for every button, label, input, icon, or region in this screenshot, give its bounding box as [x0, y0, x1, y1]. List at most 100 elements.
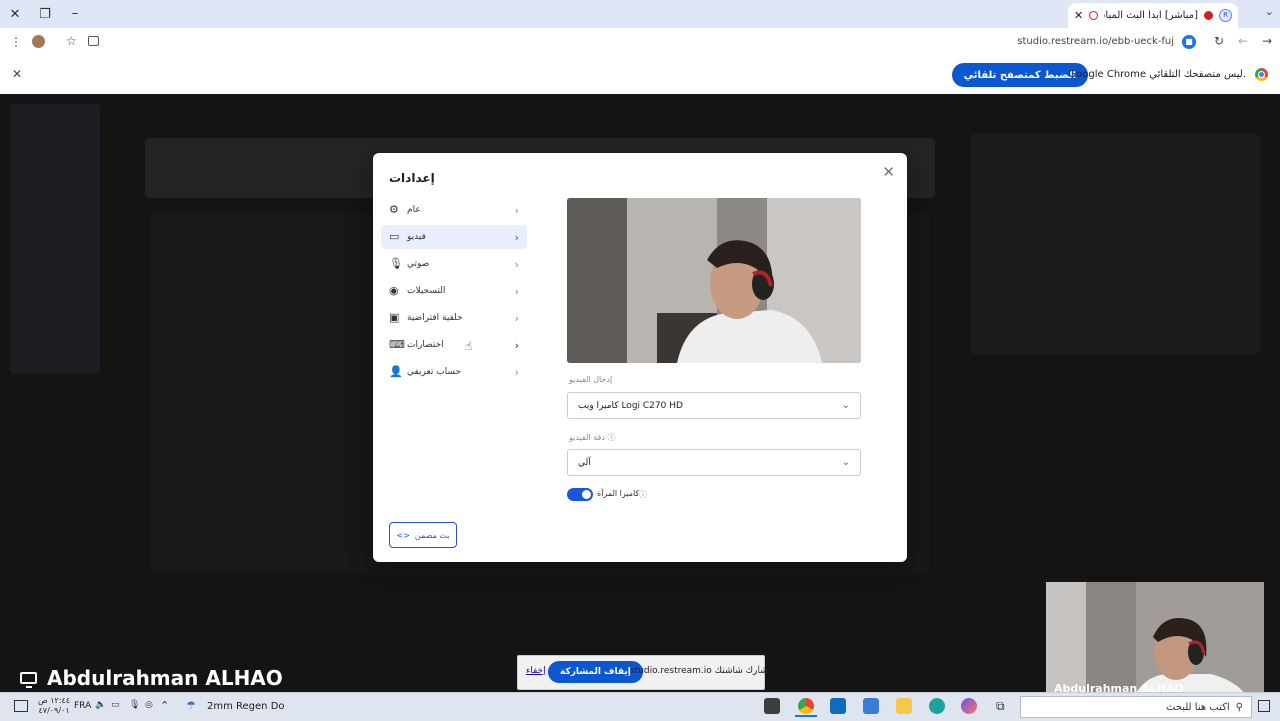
menu-item-label: اختصارات: [407, 340, 444, 350]
copilot-icon[interactable]: [961, 698, 977, 714]
dialog-close-icon[interactable]: ✕: [882, 163, 895, 181]
user-icon: 👤: [389, 365, 403, 378]
video-quality-value: آلي: [578, 457, 591, 468]
info-icon: ⓘ: [639, 490, 647, 499]
presenter-name: Abdulrahman ALHAO: [47, 666, 283, 690]
camera-preview-image: [567, 198, 861, 363]
record-icon: ◉: [389, 284, 399, 297]
edge-icon[interactable]: [929, 698, 945, 714]
settings-dialog: إعدادات ✕ ⚙ عام › ▭ فيديو › 🎙 صوتي › ◉ ا…: [373, 153, 907, 562]
bookmark-star-icon[interactable]: ☆: [66, 34, 77, 48]
video-icon: ▭: [389, 230, 400, 243]
chevron-down-icon: ⌄: [841, 457, 850, 468]
windows-start-icon[interactable]: [1258, 700, 1270, 712]
hide-share-bar-link[interactable]: إخفاء: [526, 666, 546, 676]
notification-center-icon[interactable]: [14, 700, 28, 712]
screen-share-bar: إخفاء إيقاف المشاركة studio.restream.io …: [517, 655, 771, 690]
self-camera-thumbnail[interactable]: Abdulrahman ALHAO: [1046, 582, 1264, 703]
input-language[interactable]: FRA: [74, 701, 91, 711]
tab-search-icon[interactable]: ⌄: [1265, 5, 1274, 18]
infobar-close-icon[interactable]: ✕: [12, 67, 22, 81]
menu-item-label: حساب تعريفي: [407, 367, 462, 377]
mirror-camera-label: كاميرا المرآة: [597, 489, 640, 498]
menu-item-profile[interactable]: 👤 حساب تعريفي ›: [381, 360, 527, 384]
menu-item-recordings[interactable]: ◉ التسجيلات ›: [381, 279, 527, 303]
chevron-right-icon: ›: [514, 365, 519, 379]
back-arrow-icon[interactable]: →: [1262, 34, 1272, 48]
embed-stream-button[interactable]: <> بث مضمن: [389, 522, 457, 548]
video-input-select[interactable]: كاميرا ويب Logi C270 HD ⌄: [567, 392, 861, 419]
network-icon[interactable]: ▭: [111, 700, 120, 710]
share-tab-icon[interactable]: [88, 36, 99, 46]
url-text[interactable]: studio.restream.io/ebb-ueck-fuj: [1017, 36, 1174, 47]
video-quality-label-text: دقة الفيديو: [569, 433, 605, 442]
chrome-taskbar-icon[interactable]: [798, 698, 814, 714]
code-brackets-icon: <>: [396, 530, 410, 540]
weather-text[interactable]: 2mm Regen Do: [207, 701, 285, 712]
chevron-right-icon: ›: [514, 311, 519, 325]
microphone-tray-icon[interactable]: 🎙: [129, 700, 140, 710]
chevron-right-icon: ›: [514, 284, 519, 298]
microphone-icon: 🎙: [389, 257, 403, 270]
menu-item-general[interactable]: ⚙ عام ›: [381, 198, 527, 222]
gear-icon: ⚙: [389, 203, 399, 216]
store-icon[interactable]: [863, 698, 879, 714]
blurred-right-panel: [970, 134, 1260, 354]
chevron-right-icon: ›: [514, 257, 519, 271]
chevron-right-icon: ›: [514, 203, 519, 217]
keyboard-icon: ⌨: [389, 338, 405, 351]
menu-item-video[interactable]: ▭ فيديو ›: [381, 225, 527, 249]
tab-title: [مباشر] ابدأ البث المباشر: [1104, 10, 1198, 21]
speaker-icon[interactable]: 🔈: [95, 700, 106, 710]
menu-item-label: فيديو: [407, 232, 426, 242]
menu-item-label: التسجيلات: [407, 286, 446, 296]
blurred-sidebar: [10, 104, 100, 374]
task-view-icon[interactable]: ⧉: [996, 699, 1005, 714]
menu-item-shortcuts[interactable]: ⌨ اختصارات ›: [381, 333, 527, 357]
stop-sharing-button[interactable]: إيقاف المشاركة: [548, 661, 643, 683]
info-icon: ⓘ: [607, 433, 616, 442]
chrome-logo-icon: [1255, 68, 1268, 81]
camera-preview: [567, 198, 861, 363]
video-quality-label: دقة الفيديو ⓘ: [569, 432, 615, 443]
sharing-status-text: studio.restream.io يشارك شاشتك: [630, 666, 771, 676]
taskbar-search-box[interactable]: اكتب هنا للبحث ⚲: [1020, 696, 1252, 718]
restore-window-icon[interactable]: ❐: [32, 1, 58, 27]
chevron-right-icon: ›: [514, 338, 519, 352]
outlook-icon[interactable]: [830, 698, 846, 714]
dialog-title: إعدادات: [389, 171, 435, 185]
tab-strip: ✕ ❐ – + R [مباشر] ابدأ البث المباشر ✕ ⌄: [0, 0, 1280, 29]
chevron-right-icon: ›: [514, 230, 519, 244]
active-app-indicator: [795, 715, 817, 717]
clock-time: ١٢:٤٤ ص: [38, 696, 71, 705]
reload-icon[interactable]: ↻: [1214, 34, 1224, 48]
close-window-icon[interactable]: ✕: [2, 1, 28, 27]
forward-arrow-icon[interactable]: ←: [1238, 34, 1248, 48]
menu-item-audio[interactable]: 🎙 صوتي ›: [381, 252, 527, 276]
minimize-window-icon[interactable]: –: [62, 0, 88, 26]
infobar-message: Google Chrome ليس متصفحك التلقائي.: [1068, 69, 1246, 80]
search-icon: ⚲: [1235, 701, 1243, 713]
mirror-camera-toggle[interactable]: [567, 488, 593, 501]
restream-favicon-icon: R: [1219, 9, 1232, 22]
image-icon: ▣: [389, 311, 400, 324]
search-placeholder: اكتب هنا للبحث: [1165, 701, 1230, 713]
tray-app-icon[interactable]: ◎: [145, 700, 153, 710]
profile-avatar[interactable]: [32, 35, 45, 48]
video-quality-select[interactable]: آلي ⌄: [567, 449, 861, 476]
close-tab-icon[interactable]: ✕: [1074, 9, 1083, 22]
camera-in-use-icon[interactable]: ■: [1182, 35, 1196, 49]
taskbar-clock[interactable]: ١٢:٤٤ ص ٤٧/٠٩/٠١: [38, 696, 70, 716]
menu-item-label: خلفية افتراضية: [407, 313, 463, 323]
drag-handle-icon[interactable]: ⦙: [758, 664, 760, 675]
embed-stream-label: بث مضمن: [414, 530, 450, 540]
chevron-up-icon[interactable]: ⌃: [160, 699, 169, 712]
menu-item-label: صوتي: [407, 259, 430, 269]
taskbar-app-icon[interactable]: [764, 698, 780, 714]
menu-item-virtual-background[interactable]: ▣ خلفية افتراضية ›: [381, 306, 527, 330]
menu-kebab-icon[interactable]: ⋮: [10, 35, 22, 49]
menu-item-label: عام: [407, 205, 421, 215]
active-tab[interactable]: R [مباشر] ابدأ البث المباشر ✕: [1068, 3, 1238, 28]
monitor-icon: [20, 672, 37, 688]
file-explorer-icon[interactable]: [896, 698, 912, 714]
